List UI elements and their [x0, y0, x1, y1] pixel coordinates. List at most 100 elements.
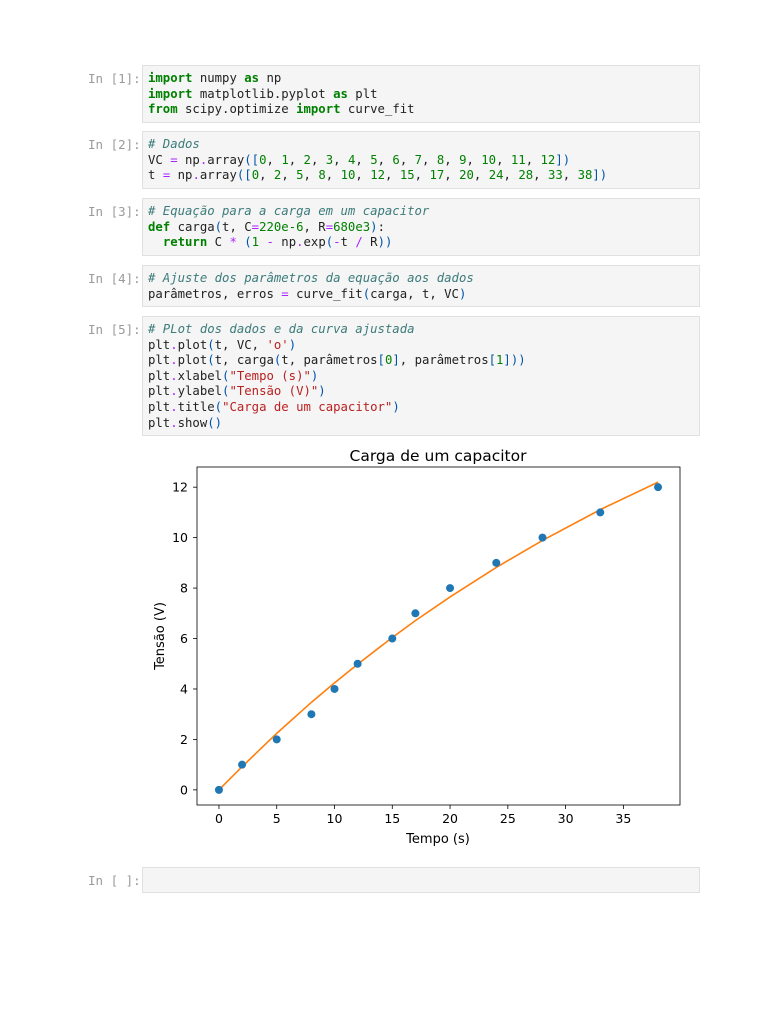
- x-tick-label: 15: [384, 811, 400, 826]
- code-token: plt: [148, 368, 171, 383]
- cell-prompt: In [4]:: [88, 271, 141, 286]
- code-token: ,: [355, 152, 371, 167]
- code-line: from scipy.optimize import curve_fit: [148, 102, 694, 118]
- code-token: plt: [148, 353, 171, 368]
- code-line: plt.plot(t, carga(t, parâmetros[0], parâ…: [148, 353, 694, 369]
- code-token: =: [281, 286, 289, 301]
- code-token: title: [177, 399, 215, 414]
- data-point: [654, 483, 663, 492]
- code-token: curve_fit: [340, 102, 415, 117]
- code-line: VC = np.array([0, 1, 2, 3, 4, 5, 6, 7, 8…: [148, 153, 694, 169]
- y-axis-label: Tensão (V): [153, 602, 168, 671]
- data-point: [214, 785, 223, 794]
- code-line: parâmetros, erros = curve_fit(carga, t, …: [148, 287, 694, 303]
- data-point: [353, 659, 362, 668]
- code-token: )): [377, 235, 393, 250]
- code-token: ,: [288, 152, 304, 167]
- code-token: plt: [148, 337, 171, 352]
- code-token: carga: [170, 219, 215, 234]
- code-token: ,: [266, 152, 282, 167]
- code-token: [: [488, 353, 497, 368]
- code-line: plt.show(): [148, 416, 694, 432]
- code-token: -: [333, 235, 341, 250]
- code-token: 38: [577, 168, 593, 183]
- code-token: 20: [459, 168, 474, 183]
- code-input[interactable]: import numpy as np import matplotlib.pypl…: [142, 65, 700, 123]
- code-token: ,: [377, 152, 393, 167]
- data-point: [538, 533, 547, 542]
- code-token: 'o': [266, 337, 289, 352]
- cell-prompt: In [ ]:: [88, 873, 141, 888]
- code-input[interactable]: # Equação para a carga em um capacitor de…: [142, 198, 700, 256]
- code-input[interactable]: # Dados VC = np.array([0, 1, 2, 3, 4, 5, …: [142, 131, 700, 189]
- code-token: as: [244, 71, 260, 85]
- code-token: exp: [303, 235, 326, 250]
- code-token: 1: [251, 235, 260, 250]
- code-token: ,: [303, 168, 319, 183]
- code-token: matplotlib.pyplot: [192, 86, 334, 101]
- code-token: [: [377, 353, 385, 368]
- code-token: (: [207, 353, 215, 368]
- code-token: 8: [318, 168, 326, 183]
- code-token: ,: [399, 152, 415, 167]
- y-tick-label: 4: [180, 681, 188, 696]
- code-line: import matplotlib.pyplot as plt: [148, 87, 694, 103]
- data-point: [238, 760, 247, 769]
- code-input[interactable]: [142, 867, 700, 893]
- x-tick-label: 5: [273, 811, 281, 826]
- code-token: plt: [148, 415, 171, 430]
- code-token: ,: [385, 168, 400, 183]
- code-line: return C * (1 - np.exp(-t / R)): [148, 235, 694, 251]
- x-tick-label: 20: [442, 811, 458, 826]
- code-token: from: [148, 102, 178, 117]
- code-token: t, carga: [214, 353, 274, 368]
- code-token: ,: [503, 168, 519, 183]
- data-point: [307, 710, 316, 719]
- x-tick-label: 30: [558, 811, 574, 826]
- x-tick-label: 10: [327, 811, 343, 826]
- data-point: [446, 584, 455, 593]
- code-cell: In [3]: # Equação para a carga em um capa…: [88, 198, 700, 256]
- code-input[interactable]: # PLot dos dados e da curva ajustada plt.…: [142, 316, 700, 437]
- code-token: numpy: [192, 71, 245, 85]
- code-token: 1: [281, 152, 289, 167]
- code-token: (): [207, 415, 223, 430]
- code-token: ,: [525, 152, 541, 167]
- code-token: return: [162, 235, 208, 250]
- code-token: =: [251, 219, 260, 234]
- code-token: 28: [518, 168, 534, 183]
- code-token: ,: [562, 168, 578, 183]
- code-token: (: [207, 337, 215, 352]
- code-token: 0: [251, 168, 260, 183]
- cell-prompt: In [5]:: [88, 322, 141, 337]
- code-cell: In [5]: # PLot dos dados e da curva ajust…: [88, 316, 700, 437]
- code-token: .: [170, 399, 178, 414]
- code-line: def carga(t, C=220e-6, R=680e3):: [148, 220, 694, 236]
- code-token: ): [318, 384, 326, 399]
- code-token: ,: [533, 168, 548, 183]
- code-token: ([: [244, 152, 260, 167]
- code-token: ,: [414, 168, 430, 183]
- code-token: ([: [236, 168, 252, 183]
- code-input[interactable]: # Ajuste dos parâmetros da equação aos d…: [142, 265, 700, 308]
- code-token: ]): [592, 168, 608, 183]
- y-tick-label: 6: [180, 631, 188, 646]
- code-token: array: [207, 152, 245, 167]
- code-token: 2: [303, 152, 311, 167]
- code-token: :: [377, 219, 385, 234]
- data-point: [330, 684, 339, 693]
- code-token: # Dados: [148, 137, 200, 151]
- data-point: [411, 609, 420, 618]
- code-token: 680e3: [333, 219, 371, 234]
- code-token: (: [214, 399, 223, 414]
- code-token: 7: [414, 152, 423, 167]
- code-token: .: [170, 415, 178, 430]
- code-token: 10: [481, 152, 497, 167]
- code-line: # PLot dos dados e da curva ajustada: [148, 322, 694, 338]
- code-token: plt: [148, 384, 171, 399]
- code-token: scipy.optimize: [177, 102, 297, 117]
- code-token: ): [370, 219, 378, 234]
- y-tick-label: 12: [172, 480, 188, 495]
- code-token: 33: [547, 168, 563, 183]
- code-token: R: [362, 235, 378, 250]
